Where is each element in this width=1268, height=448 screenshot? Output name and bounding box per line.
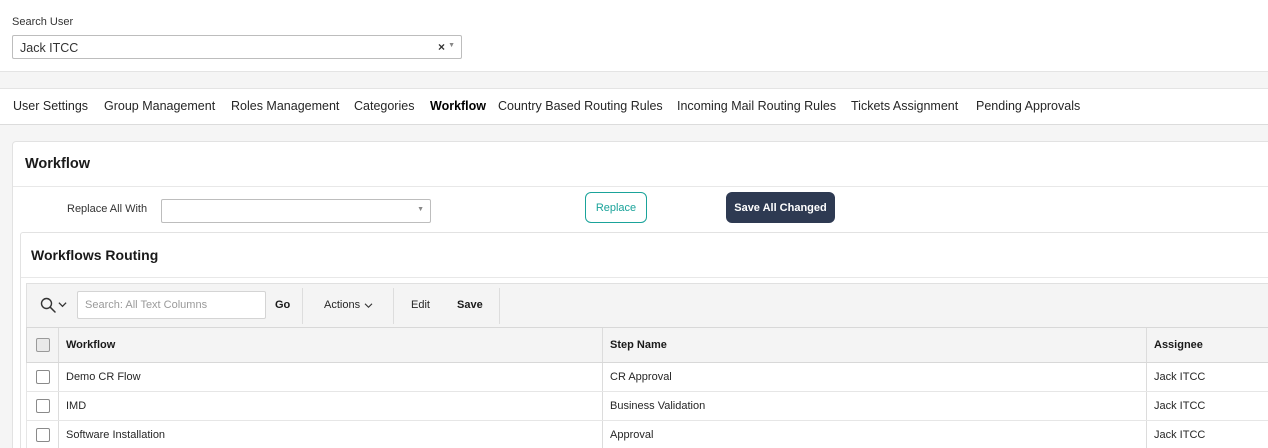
row-checkbox[interactable]	[35, 399, 50, 413]
workflow-card: Workflow Replace All With ▼ Replace Save…	[12, 141, 1268, 448]
grid-toolbar: Go Actions Edit Save	[26, 283, 1268, 327]
cell-workflow[interactable]: Demo CR Flow	[58, 363, 602, 391]
column-header-workflow[interactable]: Workflow	[58, 328, 602, 362]
edit-button[interactable]: Edit	[411, 299, 430, 311]
toolbar-separator	[393, 288, 394, 324]
actions-menu-button[interactable]: Actions	[324, 299, 360, 311]
row-select-cell	[27, 421, 58, 448]
toolbar-separator	[302, 288, 303, 324]
replace-button[interactable]: Replace	[585, 192, 647, 223]
cell-assignee[interactable]: Jack ITCC	[1146, 421, 1268, 448]
tab-roles-management[interactable]: Roles Management	[231, 99, 339, 113]
caret-down-icon[interactable]: ▼	[448, 42, 455, 49]
toolbar-separator	[499, 288, 500, 324]
divider	[13, 186, 1268, 187]
cell-workflow[interactable]: Software Installation	[58, 421, 602, 448]
cell-step-name[interactable]: Approval	[602, 421, 1146, 448]
clear-icon[interactable]: ×	[438, 40, 445, 54]
row-select-cell	[27, 363, 58, 391]
tab-categories[interactable]: Categories	[354, 99, 414, 113]
row-select-cell	[27, 392, 58, 420]
row-checkbox[interactable]	[35, 370, 50, 384]
search-user-select[interactable]: Jack ITCC × ▼	[12, 35, 462, 59]
cell-assignee[interactable]: Jack ITCC	[1146, 363, 1268, 391]
chevron-down-icon[interactable]	[58, 300, 67, 309]
search-user-label: Search User	[12, 16, 74, 28]
search-user-panel: Search User Jack ITCC × ▼	[0, 0, 1268, 72]
select-all-checkbox[interactable]	[35, 338, 50, 352]
column-header-assignee[interactable]: Assignee	[1146, 328, 1268, 362]
replace-all-select[interactable]: ▼	[161, 199, 431, 223]
cell-step-name[interactable]: Business Validation	[602, 392, 1146, 420]
grid-header: Workflow Step Name Assignee	[26, 327, 1268, 363]
grid-search-input[interactable]	[77, 291, 266, 319]
tab-tickets-assignment[interactable]: Tickets Assignment	[851, 99, 958, 113]
save-button[interactable]: Save	[457, 299, 483, 311]
cell-step-name[interactable]: CR Approval	[602, 363, 1146, 391]
tab-pending-approvals[interactable]: Pending Approvals	[976, 99, 1080, 113]
select-all-cell	[27, 328, 58, 362]
divider	[21, 277, 1268, 278]
go-button[interactable]: Go	[275, 299, 290, 311]
tab-country-based-routing-rules[interactable]: Country Based Routing Rules	[498, 99, 663, 113]
search-icon[interactable]	[40, 297, 56, 313]
save-all-changed-button[interactable]: Save All Changed	[726, 192, 835, 223]
table-row[interactable]: IMD Business Validation Jack ITCC	[26, 392, 1268, 421]
column-header-step-name[interactable]: Step Name	[602, 328, 1146, 362]
cell-assignee[interactable]: Jack ITCC	[1146, 392, 1268, 420]
admin-tabs-bar: User Settings Group Management Roles Man…	[0, 88, 1268, 125]
workflows-routing-title: Workflows Routing	[31, 247, 159, 263]
workflow-title: Workflow	[25, 156, 90, 172]
chevron-down-icon[interactable]	[364, 302, 373, 309]
tab-user-settings[interactable]: User Settings	[13, 99, 88, 113]
tab-group-management[interactable]: Group Management	[104, 99, 215, 113]
caret-down-icon[interactable]: ▼	[417, 206, 424, 213]
table-row[interactable]: Demo CR Flow CR Approval Jack ITCC	[26, 363, 1268, 392]
table-row[interactable]: Software Installation Approval Jack ITCC	[26, 421, 1268, 448]
tab-incoming-mail-routing-rules[interactable]: Incoming Mail Routing Rules	[677, 99, 836, 113]
workflows-routing-region: Workflows Routing Go Actions Edit Save	[20, 232, 1268, 448]
cell-workflow[interactable]: IMD	[58, 392, 602, 420]
search-user-value: Jack ITCC	[20, 41, 79, 55]
row-checkbox[interactable]	[35, 428, 50, 442]
replace-all-label: Replace All With	[67, 203, 148, 215]
tab-workflow[interactable]: Workflow	[430, 99, 486, 113]
